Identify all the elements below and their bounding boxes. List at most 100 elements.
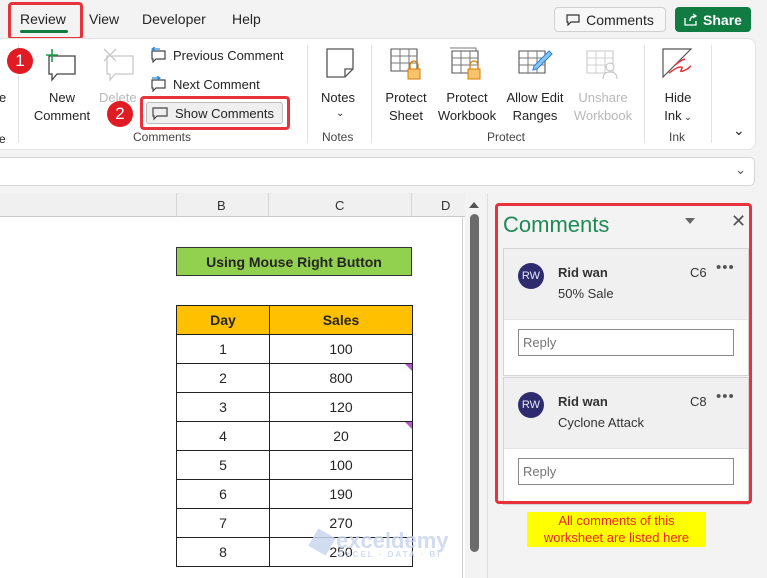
- allow-edit-ranges-label-2: Ranges: [512, 108, 558, 123]
- allow-edit-ranges-button[interactable]: Allow Edit Ranges: [503, 45, 567, 125]
- unshare-workbook-button: Unshare Workbook: [571, 45, 635, 125]
- day-cell[interactable]: 6: [176, 479, 270, 509]
- partial-command-label: e: [0, 90, 7, 105]
- step-badge-1: 1: [7, 48, 33, 74]
- share-button-label: Share: [703, 11, 742, 28]
- unshare-workbook-label-1: Unshare: [578, 90, 628, 105]
- comments-button[interactable]: Comments: [554, 7, 666, 32]
- sales-value: 100: [329, 341, 353, 357]
- next-comment-button[interactable]: Next Comment: [149, 76, 260, 92]
- protect-sheet-button[interactable]: Protect Sheet: [381, 45, 431, 125]
- sales-cell[interactable]: 100: [269, 334, 413, 364]
- sales-value: 190: [329, 486, 353, 502]
- exceldemy-watermark: exceldemy EXCEL · DATA · BI: [308, 528, 449, 559]
- notes-group-label: Notes: [322, 130, 354, 144]
- protect-sheet-label-1: Protect: [385, 90, 427, 105]
- previous-comment-icon: [150, 47, 166, 63]
- protect-group-label: Protect: [487, 130, 526, 144]
- sales-cell[interactable]: 100: [269, 450, 413, 480]
- grid-edge: [462, 217, 463, 578]
- share-button[interactable]: Share: [675, 7, 751, 32]
- group-separator: [371, 45, 372, 143]
- day-cell[interactable]: 8: [176, 537, 270, 567]
- sales-value: 800: [329, 370, 353, 386]
- column-separator: [411, 193, 412, 217]
- protect-sheet-icon: [390, 48, 421, 80]
- table-row: 5 100: [176, 450, 413, 480]
- next-comment-icon: [151, 76, 166, 92]
- formula-bar[interactable]: ⌄: [0, 157, 755, 186]
- table-row: 2 800: [176, 363, 413, 393]
- scrollbar-thumb[interactable]: [470, 214, 479, 552]
- protect-workbook-icon: [450, 47, 481, 80]
- day-cell[interactable]: 3: [176, 392, 270, 422]
- header-day[interactable]: Day: [176, 305, 270, 335]
- comment-indicator-icon[interactable]: [405, 364, 412, 371]
- tab-developer[interactable]: Developer: [142, 11, 206, 27]
- allow-edit-ranges-icon: [518, 50, 553, 74]
- sales-value: 120: [329, 399, 353, 415]
- allow-edit-ranges-label-1: Allow Edit: [506, 90, 564, 105]
- previous-comment-button[interactable]: Previous Comment: [149, 47, 284, 63]
- share-icon: [684, 13, 698, 26]
- new-comment-button[interactable]: New Comment: [33, 45, 91, 125]
- sales-value: 100: [329, 457, 353, 473]
- sales-cell[interactable]: 120: [269, 392, 413, 422]
- next-comment-label: Next Comment: [173, 76, 260, 92]
- vertical-scrollbar[interactable]: [467, 200, 481, 552]
- ribbon-tab-bar: Review View Developer Help Comments Shar…: [0, 0, 767, 40]
- day-cell[interactable]: 7: [176, 508, 270, 538]
- hide-ink-label-2: Ink: [664, 108, 682, 123]
- protect-sheet-label-2: Sheet: [389, 108, 423, 123]
- ribbon: e e New Comment Delete Previous Comment N…: [0, 38, 756, 150]
- day-cell[interactable]: 4: [176, 421, 270, 451]
- ribbon-collapse-chevron-icon[interactable]: ⌄: [733, 121, 745, 139]
- unshare-workbook-icon: [586, 50, 618, 80]
- column-header-c[interactable]: C: [335, 198, 344, 213]
- column-header-d[interactable]: D: [441, 198, 450, 213]
- table-row: 1 100: [176, 334, 413, 364]
- day-cell[interactable]: 1: [176, 334, 270, 364]
- column-separator: [268, 193, 269, 217]
- comment-icon: [566, 13, 580, 26]
- delete-comment-icon: [103, 48, 134, 82]
- group-separator: [711, 45, 712, 143]
- step-badge-2: 2: [107, 101, 133, 127]
- comments-button-label: Comments: [586, 11, 654, 28]
- table-title-cell[interactable]: Using Mouse Right Button: [176, 247, 412, 276]
- table-row: 4 20: [176, 421, 413, 451]
- tab-view[interactable]: View: [89, 11, 119, 27]
- group-separator: [307, 45, 308, 143]
- hide-ink-button[interactable]: Hide Ink ⌄: [655, 45, 701, 125]
- sales-cell[interactable]: 800: [269, 363, 413, 393]
- header-sales[interactable]: Sales: [269, 305, 413, 335]
- new-comment-icon: [46, 49, 76, 82]
- sales-cell[interactable]: 20: [269, 421, 413, 451]
- comments-group-label: Comments: [133, 130, 192, 144]
- review-tab-highlight: [8, 2, 83, 40]
- day-cell[interactable]: 2: [176, 363, 270, 393]
- formula-bar-expand-icon[interactable]: ⌄: [735, 162, 746, 178]
- watermark-tagline: EXCEL · DATA · BI: [338, 550, 442, 559]
- notes-chevron-icon: ⌄: [336, 108, 345, 119]
- show-comments-highlight: [140, 96, 290, 130]
- notes-button[interactable]: Notes ⌄: [317, 45, 363, 125]
- new-comment-label-1: New: [48, 90, 75, 105]
- group-separator: [644, 45, 645, 143]
- sales-cell[interactable]: 190: [269, 479, 413, 509]
- tab-help[interactable]: Help: [232, 11, 261, 27]
- protect-workbook-label-2: Workbook: [437, 108, 497, 123]
- column-header-b[interactable]: B: [217, 198, 226, 213]
- new-comment-label-2: Comment: [33, 108, 91, 123]
- column-headers: B C D: [0, 193, 465, 217]
- notes-icon: [326, 48, 354, 78]
- table-row: 3 120: [176, 392, 413, 422]
- comment-indicator-icon[interactable]: [405, 422, 412, 429]
- unshare-workbook-label-2: Workbook: [573, 108, 633, 123]
- table-row: 6 190: [176, 479, 413, 509]
- previous-comment-label: Previous Comment: [173, 47, 284, 63]
- day-cell[interactable]: 5: [176, 450, 270, 480]
- scroll-up-arrow-icon[interactable]: [469, 202, 479, 208]
- hide-ink-label-1: Hide: [664, 90, 692, 105]
- protect-workbook-button[interactable]: Protect Workbook: [437, 45, 497, 125]
